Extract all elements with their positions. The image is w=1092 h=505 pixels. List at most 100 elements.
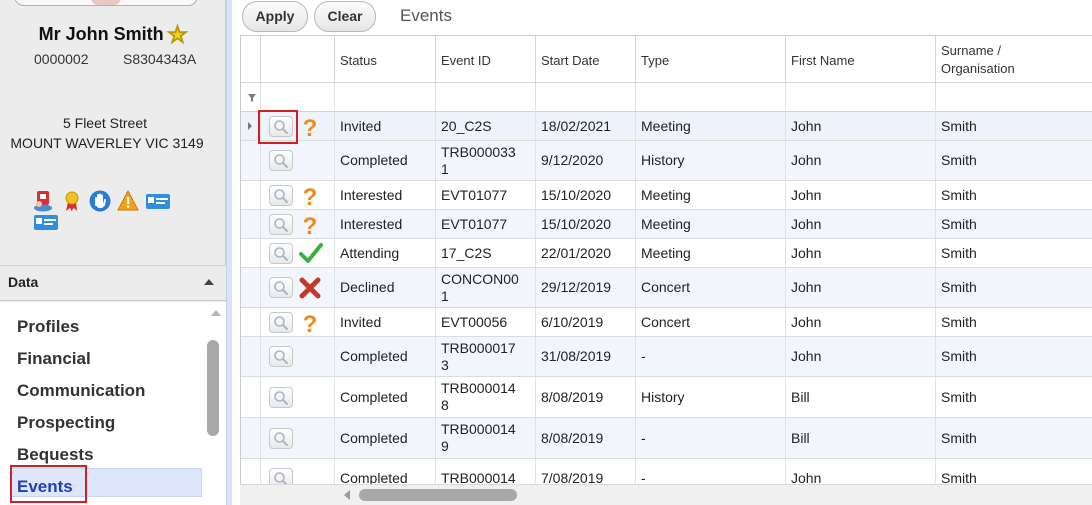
row-indicator[interactable] bbox=[241, 418, 261, 458]
row-indicator[interactable] bbox=[241, 239, 261, 267]
row-indicator[interactable] bbox=[241, 337, 261, 376]
cell-surname[interactable]: Smith bbox=[936, 210, 1092, 238]
data-section-header[interactable]: Data bbox=[0, 265, 226, 301]
cell-first-name[interactable]: John bbox=[786, 239, 936, 267]
cell-status[interactable]: Completed bbox=[335, 377, 436, 417]
horizontal-scrollbar[interactable] bbox=[240, 484, 1092, 505]
view-details-button[interactable] bbox=[269, 387, 293, 408]
cell-start-date[interactable]: 8/08/2019 bbox=[536, 377, 636, 417]
cell-surname[interactable]: Smith bbox=[936, 268, 1092, 307]
cell-start-date[interactable]: 9/12/2020 bbox=[536, 141, 636, 180]
table-row[interactable]: Completed TRB000033 1 9/12/2020 History John… bbox=[241, 141, 1092, 181]
cell-type[interactable]: Concert bbox=[636, 308, 786, 336]
cell-event-id[interactable]: TRB000014 9 bbox=[436, 418, 536, 458]
cell-type[interactable]: Concert bbox=[636, 268, 786, 307]
table-row[interactable]: Completed TRB000014 8 8/08/2019 History Bill… bbox=[241, 377, 1092, 418]
cell-start-date[interactable]: 22/01/2020 bbox=[536, 239, 636, 267]
cell-type[interactable]: - bbox=[636, 337, 786, 376]
row-indicator[interactable] bbox=[241, 268, 261, 307]
chevron-up-icon[interactable] bbox=[204, 279, 214, 285]
avatar[interactable] bbox=[14, 0, 198, 6]
view-details-button[interactable] bbox=[269, 277, 293, 298]
filter-cell-type[interactable] bbox=[636, 83, 786, 112]
cell-first-name[interactable]: John bbox=[786, 268, 936, 307]
view-details-button[interactable] bbox=[269, 428, 293, 449]
cell-first-name[interactable]: John bbox=[786, 337, 936, 376]
cell-first-name[interactable]: John bbox=[786, 112, 936, 140]
cell-type[interactable]: Meeting bbox=[636, 181, 786, 209]
filter-cell[interactable] bbox=[261, 83, 335, 112]
column-header-first-name[interactable]: First Name bbox=[786, 36, 936, 83]
panel-splitter[interactable] bbox=[226, 0, 232, 505]
cell-start-date[interactable]: 15/10/2020 bbox=[536, 181, 636, 209]
cell-status[interactable]: Interested bbox=[335, 210, 436, 238]
scrollbar-thumb[interactable] bbox=[359, 489, 517, 501]
cell-event-id[interactable]: TRB000017 3 bbox=[436, 337, 536, 376]
filter-cell-surname[interactable] bbox=[936, 83, 1092, 112]
cell-type[interactable]: Meeting bbox=[636, 112, 786, 140]
cell-type[interactable]: History bbox=[636, 141, 786, 180]
cell-surname[interactable]: Smith bbox=[936, 308, 1092, 336]
cell-type[interactable]: Meeting bbox=[636, 239, 786, 267]
cell-status[interactable]: Completed bbox=[335, 337, 436, 376]
nav-scrollbar[interactable] bbox=[206, 302, 226, 505]
nav-item-communication[interactable]: Communication bbox=[17, 381, 145, 401]
cell-status[interactable]: Completed bbox=[335, 141, 436, 180]
cell-status[interactable]: Interested bbox=[335, 181, 436, 209]
cell-surname[interactable]: Smith bbox=[936, 418, 1092, 458]
cell-status[interactable]: Attending bbox=[335, 239, 436, 267]
cell-first-name[interactable]: John bbox=[786, 308, 936, 336]
hand-stop-icon[interactable] bbox=[89, 190, 111, 212]
cell-first-name[interactable]: Bill bbox=[786, 418, 936, 458]
cell-event-id[interactable]: EVT01077 bbox=[436, 181, 536, 209]
clear-button[interactable]: Clear bbox=[314, 1, 376, 32]
cell-surname[interactable]: Smith bbox=[936, 112, 1092, 140]
cell-surname[interactable]: Smith bbox=[936, 239, 1092, 267]
column-header-surname[interactable]: Surname / Organisation bbox=[936, 36, 1092, 83]
scroll-up-icon[interactable] bbox=[211, 310, 221, 316]
row-indicator[interactable] bbox=[241, 181, 261, 209]
table-row[interactable]: Declined CONCON00 1 29/12/2019 Concert John S… bbox=[241, 268, 1092, 308]
nav-item-profiles[interactable]: Profiles bbox=[17, 317, 79, 337]
cell-start-date[interactable]: 31/08/2019 bbox=[536, 337, 636, 376]
cell-status[interactable]: Declined bbox=[335, 268, 436, 307]
table-row[interactable]: ? Interested EVT01077 15/10/2020 Meeting John… bbox=[241, 210, 1092, 240]
cell-start-date[interactable]: 29/12/2019 bbox=[536, 268, 636, 307]
card-icon[interactable] bbox=[145, 190, 170, 212]
row-indicator[interactable] bbox=[241, 377, 261, 417]
table-row[interactable]: ? Interested EVT01077 15/10/2020 Meeting John… bbox=[241, 181, 1092, 211]
filter-cell-first-name[interactable] bbox=[786, 83, 936, 112]
column-header-event-id[interactable]: Event ID bbox=[436, 36, 536, 83]
cell-event-id[interactable]: 20_C2S bbox=[436, 112, 536, 140]
cell-first-name[interactable]: Bill bbox=[786, 377, 936, 417]
cell-type[interactable]: History bbox=[636, 377, 786, 417]
cell-start-date[interactable]: 18/02/2021 bbox=[536, 112, 636, 140]
column-header-start-date[interactable]: Start Date bbox=[536, 36, 636, 83]
view-details-button[interactable] bbox=[269, 243, 293, 264]
cell-status[interactable]: Invited bbox=[335, 308, 436, 336]
cell-status[interactable]: Invited bbox=[335, 112, 436, 140]
cell-surname[interactable]: Smith bbox=[936, 141, 1092, 180]
view-details-button[interactable] bbox=[269, 185, 293, 206]
cell-event-id[interactable]: TRB000014 8 bbox=[436, 377, 536, 417]
cell-status[interactable]: Completed bbox=[335, 418, 436, 458]
cell-first-name[interactable]: John bbox=[786, 210, 936, 238]
view-details-button[interactable] bbox=[269, 214, 293, 235]
award-ribbon-icon[interactable] bbox=[61, 190, 83, 212]
table-row[interactable]: Completed TRB000017 3 31/08/2019- John Smith bbox=[241, 337, 1092, 377]
cell-start-date[interactable]: 6/10/2019 bbox=[536, 308, 636, 336]
view-details-button[interactable] bbox=[269, 312, 293, 333]
table-row[interactable]: Completed TRB000014 9 8/08/2019- Bill Smith bbox=[241, 418, 1092, 459]
cell-event-id[interactable]: CONCON00 1 bbox=[436, 268, 536, 307]
favourite-star-icon[interactable]: ★ bbox=[167, 22, 188, 48]
nav-item-prospecting[interactable]: Prospecting bbox=[17, 413, 115, 433]
cell-surname[interactable]: Smith bbox=[936, 181, 1092, 209]
column-header-type[interactable]: Type bbox=[636, 36, 786, 83]
filter-cell-start-date[interactable] bbox=[536, 83, 636, 112]
cell-first-name[interactable]: John bbox=[786, 181, 936, 209]
scroll-left-icon[interactable] bbox=[344, 490, 350, 500]
row-indicator[interactable] bbox=[241, 308, 261, 336]
id-card-icon[interactable] bbox=[33, 190, 55, 212]
filter-cell-status[interactable] bbox=[335, 83, 436, 112]
nav-item-bequests[interactable]: Bequests bbox=[17, 445, 94, 465]
